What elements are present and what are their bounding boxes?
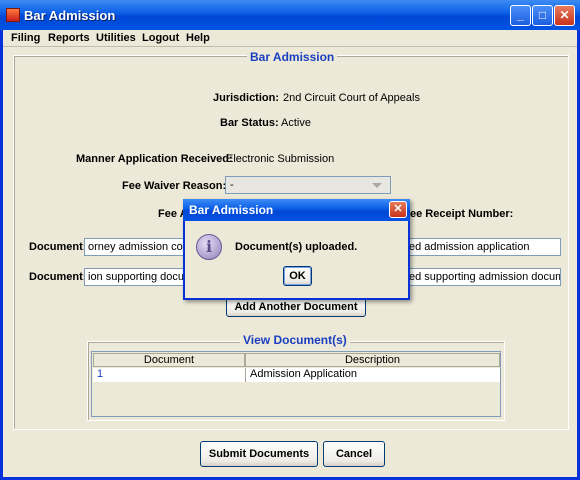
menu-utilities[interactable]: Utilities — [96, 32, 136, 44]
close-icon[interactable]: ✕ — [554, 5, 575, 26]
document-description-input-1[interactable]: ed admission application — [405, 238, 561, 256]
menu-help[interactable]: Help — [186, 32, 210, 44]
cancel-button[interactable]: Cancel — [323, 441, 385, 467]
maximize-icon[interactable]: □ — [532, 5, 553, 26]
window-title: Bar Admission — [24, 8, 116, 23]
info-icon: i — [196, 234, 222, 260]
upload-confirmation-dialog: Bar Admission ✕ i Document(s) uploaded. … — [183, 199, 410, 300]
document-label-1: Document: — [29, 241, 87, 253]
add-document-button[interactable]: Add Another Document — [226, 297, 366, 317]
jurisdiction-value: 2nd Circuit Court of Appeals — [283, 92, 420, 104]
main-window: Bar Admission _ □ ✕ Filing Reports Utili… — [0, 0, 580, 480]
document-description-input-2[interactable]: ed supporting admission docum — [405, 268, 561, 286]
dialog-close-icon[interactable]: ✕ — [389, 201, 407, 218]
fee-waiver-label: Fee Waiver Reason: — [122, 180, 227, 192]
documents-table: Document Description 1 Admission Applica… — [91, 351, 501, 417]
app-icon — [6, 8, 20, 22]
document-file-input-2[interactable]: ion supporting docur — [84, 268, 187, 286]
dialog-title: Bar Admission — [189, 203, 274, 217]
chevron-down-icon — [372, 183, 382, 188]
dialog-title-bar[interactable]: Bar Admission ✕ — [183, 199, 410, 221]
manner-value: Electronic Submission — [226, 153, 335, 165]
menu-reports[interactable]: Reports — [48, 32, 90, 44]
fee-receipt-label: ee Receipt Number: — [410, 208, 514, 220]
document-label-2: Document: — [29, 271, 87, 283]
submit-documents-button[interactable]: Submit Documents — [200, 441, 318, 467]
menu-bar: Filing Reports Utilities Logout Help — [3, 30, 577, 47]
dialog-message: Document(s) uploaded. — [235, 241, 358, 253]
bar-status-value: Active — [281, 117, 311, 129]
ok-button[interactable]: OK — [283, 266, 312, 286]
column-header-description[interactable]: Description — [245, 353, 500, 367]
table-cell-document[interactable]: 1 — [93, 368, 245, 382]
manner-label: Manner Application Received: — [76, 153, 233, 165]
menu-filing[interactable]: Filing — [11, 32, 40, 44]
column-header-document[interactable]: Document — [93, 353, 245, 367]
jurisdiction-label: Jurisdiction: — [213, 92, 280, 104]
fee-waiver-value: - — [230, 179, 234, 191]
bar-status-label: Bar Status: — [220, 117, 279, 129]
document-file-input-1[interactable]: orney admission corr — [84, 238, 187, 256]
title-bar[interactable]: Bar Admission _ □ ✕ — [0, 0, 580, 30]
table-cell-description[interactable]: Admission Application — [245, 368, 500, 382]
fee-waiver-select[interactable]: - — [225, 176, 391, 194]
view-documents-title: View Document(s) — [240, 333, 350, 347]
menu-logout[interactable]: Logout — [142, 32, 179, 44]
section-title: Bar Admission — [247, 50, 338, 64]
minimize-icon[interactable]: _ — [510, 5, 531, 26]
